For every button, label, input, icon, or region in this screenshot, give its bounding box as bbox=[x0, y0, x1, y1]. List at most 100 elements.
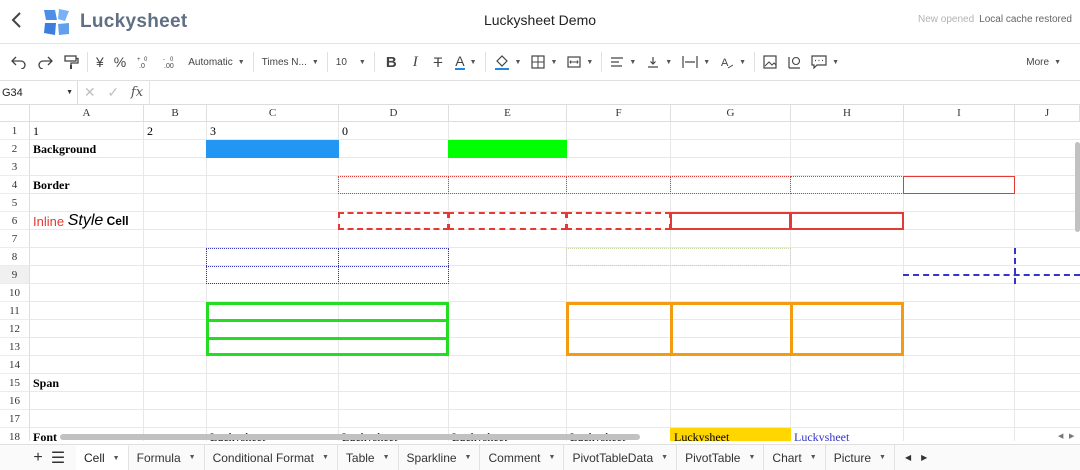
chevron-down-icon[interactable]: ▼ bbox=[810, 454, 817, 461]
row-header-10[interactable]: 10 bbox=[0, 284, 30, 302]
cell-b1[interactable]: 2 bbox=[144, 122, 153, 140]
column-header-i[interactable]: I bbox=[904, 105, 1015, 122]
chevron-down-icon[interactable]: ▼ bbox=[661, 454, 668, 461]
cancel-icon[interactable]: ✕ bbox=[84, 84, 96, 101]
cell-a4[interactable]: Border bbox=[30, 176, 70, 194]
cell-a2[interactable]: Background bbox=[30, 140, 96, 158]
chevron-down-icon[interactable]: ▼ bbox=[549, 454, 556, 461]
column-header-a[interactable]: A bbox=[30, 105, 144, 122]
scrollbar-thumb[interactable] bbox=[1075, 142, 1080, 232]
row-header-11[interactable]: 11 bbox=[0, 302, 30, 320]
row-header-4[interactable]: 4 bbox=[0, 176, 30, 194]
fill-color-button[interactable]: ▼ bbox=[489, 49, 527, 75]
strikethrough-button[interactable]: T bbox=[426, 49, 451, 75]
row-header-13[interactable]: 13 bbox=[0, 338, 30, 356]
chevron-down-icon[interactable]: ▼ bbox=[748, 454, 755, 461]
number-format-dropdown[interactable]: Automatic ▼ bbox=[183, 49, 249, 75]
insert-comment-button[interactable]: ▼ bbox=[806, 49, 844, 75]
horizontal-scrollbar[interactable]: ◀ ▶ bbox=[0, 432, 1080, 441]
percent-button[interactable]: % bbox=[109, 49, 131, 75]
font-size-dropdown[interactable]: 10 ▼ bbox=[331, 49, 371, 75]
back-icon[interactable] bbox=[10, 10, 28, 34]
currency-button[interactable]: ¥ bbox=[91, 49, 109, 75]
tab-scroll-left-icon[interactable]: ◀ bbox=[905, 453, 911, 462]
row-header-2[interactable]: 2 bbox=[0, 140, 30, 158]
scroll-left-icon[interactable]: ◀ bbox=[1058, 432, 1063, 440]
sheet-tab-comment[interactable]: Comment ▼ bbox=[480, 444, 565, 470]
cell-a6[interactable]: Inline Style Cell bbox=[30, 212, 129, 230]
toolbar-divider bbox=[754, 52, 756, 72]
row-header-9[interactable]: 9 bbox=[0, 266, 30, 284]
select-all-corner[interactable] bbox=[0, 105, 30, 122]
scroll-right-icon[interactable]: ▶ bbox=[1069, 432, 1074, 440]
column-header-e[interactable]: E bbox=[449, 105, 567, 122]
row-header-6[interactable]: 6 bbox=[0, 212, 30, 230]
cell-d1[interactable]: 0 bbox=[339, 122, 348, 140]
chevron-down-icon[interactable]: ▼ bbox=[322, 454, 329, 461]
scrollbar-thumb[interactable] bbox=[60, 434, 640, 440]
chevron-down-icon[interactable]: ▼ bbox=[383, 454, 390, 461]
font-family-dropdown[interactable]: Times N... ▼ bbox=[257, 49, 324, 75]
row-header-17[interactable]: 17 bbox=[0, 410, 30, 428]
column-header-f[interactable]: F bbox=[567, 105, 671, 122]
row-header-8[interactable]: 8 bbox=[0, 248, 30, 266]
sheet-tab-pivottabledata[interactable]: PivotTableData ▼ bbox=[564, 444, 678, 470]
merge-cells-button[interactable]: ▼ bbox=[562, 49, 598, 75]
tab-scroll-right-icon[interactable]: ▶ bbox=[921, 453, 927, 462]
sheet-tab-conditional-format[interactable]: Conditional Format ▼ bbox=[205, 444, 338, 470]
chevron-down-icon[interactable]: ▼ bbox=[113, 455, 120, 462]
decrease-decimal-button[interactable]: + .0 0 bbox=[131, 49, 157, 75]
italic-button[interactable]: I bbox=[405, 49, 426, 75]
column-header-c[interactable]: C bbox=[207, 105, 339, 122]
row-header-15[interactable]: 15 bbox=[0, 374, 30, 392]
insert-image-button[interactable] bbox=[758, 49, 782, 75]
plus-icon[interactable]: + bbox=[28, 449, 48, 467]
redo-button[interactable] bbox=[32, 49, 58, 75]
function-icon[interactable]: fx bbox=[131, 85, 143, 100]
more-button[interactable]: More ▼ bbox=[1021, 49, 1066, 75]
row-header-16[interactable]: 16 bbox=[0, 392, 30, 410]
horizontal-align-button[interactable]: ▼ bbox=[605, 49, 641, 75]
confirm-icon[interactable]: ✓ bbox=[107, 84, 119, 101]
sheet-tab-table[interactable]: Table ▼ bbox=[338, 444, 399, 470]
increase-decimal-button[interactable]: - .00 0 bbox=[157, 49, 183, 75]
undo-button[interactable] bbox=[6, 49, 32, 75]
cell-border-g4 bbox=[670, 176, 791, 194]
name-box[interactable]: G34 ▼ bbox=[0, 80, 78, 105]
row-header-12[interactable]: 12 bbox=[0, 320, 30, 338]
vertical-align-button[interactable]: ▼ bbox=[641, 49, 677, 75]
sheet-tab-sparkline[interactable]: Sparkline ▼ bbox=[399, 444, 481, 470]
cell-c1[interactable]: 3 bbox=[207, 122, 216, 140]
menu-icon[interactable]: ☰ bbox=[48, 448, 68, 468]
chevron-down-icon[interactable]: ▼ bbox=[879, 454, 886, 461]
chevron-down-icon[interactable]: ▼ bbox=[189, 454, 196, 461]
formula-input[interactable] bbox=[150, 81, 1080, 105]
cell-a15[interactable]: Span bbox=[30, 374, 59, 392]
cell-a1[interactable]: 1 bbox=[30, 122, 39, 140]
text-rotate-button[interactable]: A ▼ bbox=[715, 49, 751, 75]
sheet-tab-picture[interactable]: Picture ▼ bbox=[826, 444, 895, 470]
column-header-d[interactable]: D bbox=[339, 105, 449, 122]
sheet-tab-pivottable[interactable]: PivotTable ▼ bbox=[677, 444, 765, 470]
sheet-tab-chart[interactable]: Chart ▼ bbox=[764, 444, 826, 470]
text-color-button[interactable]: A ▼ bbox=[450, 49, 481, 75]
row-header-5[interactable]: 5 bbox=[0, 194, 30, 212]
format-painter-button[interactable] bbox=[58, 49, 84, 75]
sheet-tab-formula[interactable]: Formula ▼ bbox=[129, 444, 205, 470]
chevron-down-icon[interactable]: ▼ bbox=[465, 454, 472, 461]
spreadsheet-grid[interactable]: A B C D E F G H I J 1 2 3 4 5 6 7 8 9 10 11 12 13 14 15 16 17 18 1 2 3… bbox=[0, 105, 1080, 441]
row-header-7[interactable]: 7 bbox=[0, 230, 30, 248]
bold-button[interactable]: B bbox=[378, 49, 405, 75]
insert-chart-button[interactable] bbox=[782, 49, 806, 75]
row-header-3[interactable]: 3 bbox=[0, 158, 30, 176]
borders-button[interactable]: ▼ bbox=[526, 49, 562, 75]
text-wrap-button[interactable]: ▼ bbox=[677, 49, 715, 75]
row-header-14[interactable]: 14 bbox=[0, 356, 30, 374]
column-header-g[interactable]: G bbox=[671, 105, 791, 122]
column-header-j[interactable]: J bbox=[1015, 105, 1080, 122]
row-header-1[interactable]: 1 bbox=[0, 122, 30, 140]
sheet-tab-cell[interactable]: Cell ▼ bbox=[76, 444, 129, 470]
vertical-scrollbar[interactable] bbox=[1074, 122, 1080, 422]
column-header-b[interactable]: B bbox=[144, 105, 207, 122]
column-header-h[interactable]: H bbox=[791, 105, 904, 122]
